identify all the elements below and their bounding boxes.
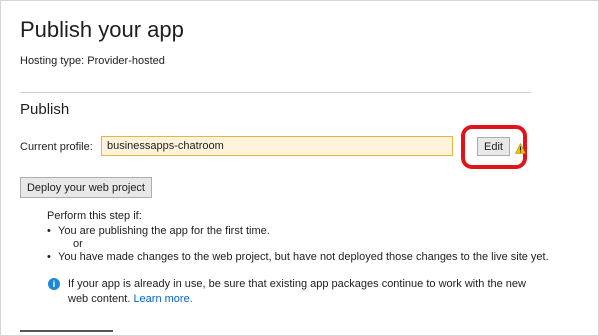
info-message: If your app is already in use, be sure t…	[68, 277, 538, 307]
current-profile-label: Current profile:	[20, 141, 93, 153]
bullet-icon: •	[47, 251, 51, 263]
learn-more-link[interactable]: Learn more.	[133, 293, 192, 305]
info-icon: i	[48, 278, 60, 290]
deploy-web-project-button[interactable]: Deploy your web project	[20, 177, 152, 198]
bottom-divider	[20, 330, 113, 332]
current-profile-field[interactable]	[101, 136, 453, 156]
step-intro-text: Perform this step if:	[47, 210, 142, 222]
page-title: Publish your app	[20, 17, 184, 42]
publish-section-title: Publish	[20, 101, 70, 118]
or-text: or	[73, 238, 83, 250]
hosting-type: Hosting type: Provider-hosted	[20, 55, 165, 67]
bullet-icon: •	[47, 225, 51, 237]
edit-button[interactable]: Edit	[477, 137, 510, 156]
bullet-text: You are publishing the app for the first…	[58, 225, 270, 237]
list-item: • You are publishing the app for the firs…	[47, 225, 270, 237]
list-item: • You have made changes to the web projec…	[47, 251, 549, 263]
section-divider	[20, 92, 531, 93]
bullet-text: You have made changes to the web project…	[58, 251, 549, 263]
warning-icon	[515, 143, 526, 154]
